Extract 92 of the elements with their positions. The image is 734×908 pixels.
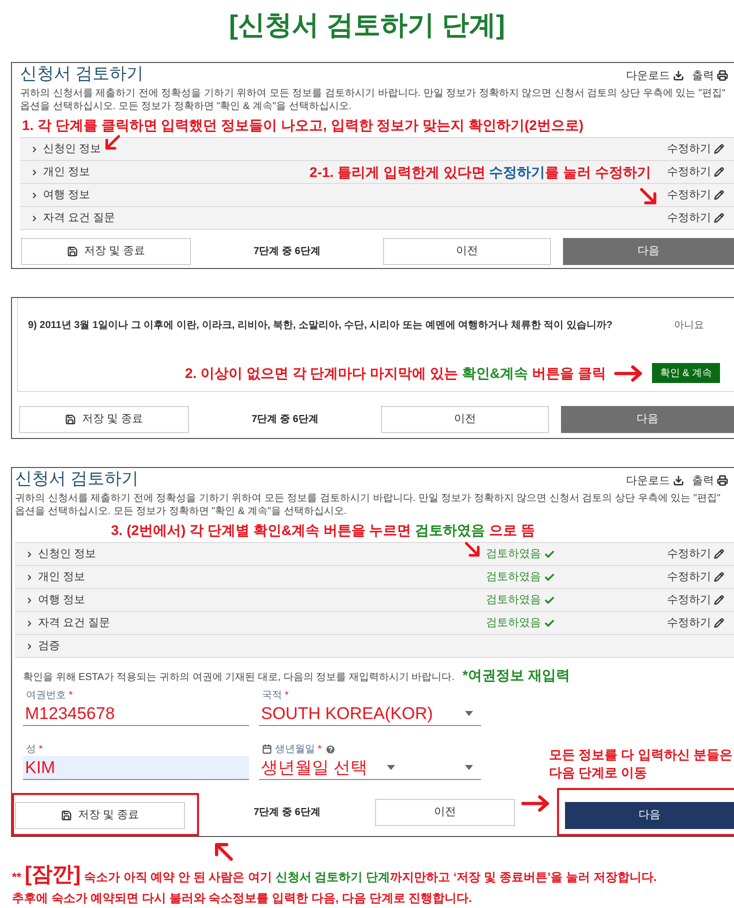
caret-down-icon: [465, 765, 473, 770]
status-text: 검토하였음: [486, 616, 541, 631]
check-icon: [544, 572, 555, 582]
annotation-text: 2-1. 틀리게 입력한게 있다면 수정하기를 눌러 수정하기: [310, 162, 651, 182]
annotation-text: *여권정보 재입력: [462, 666, 570, 685]
edit-link[interactable]: 수정하기: [667, 140, 724, 158]
chevron-right-icon: [25, 618, 34, 628]
pencil-icon: [714, 549, 724, 559]
section-toggle[interactable]: 검증: [25, 638, 60, 654]
printer-icon: [717, 475, 728, 486]
section-toggle[interactable]: 자격 요건 질문: [25, 614, 110, 632]
edit-link[interactable]: 수정하기: [667, 210, 724, 226]
back-button[interactable]: 이전: [381, 406, 549, 433]
download-link[interactable]: 다운로드: [626, 68, 684, 84]
download-icon: [673, 70, 684, 82]
printer-icon: [717, 70, 728, 82]
pencil-icon: [714, 618, 724, 628]
description-text: 귀하의 신청서를 제출하기 전에 정확성을 기하기 위하여 모든 정보를 검토하시기 바랍니다. 만일 정보가 정확하지 않으면 신청서 검토의 상단 우측에 있는 "편집" 옵션을 선택하십시오. 모든 정보가 정확하면 "확인 & 계속"을 선택하십시오.: [15, 492, 722, 518]
page-title: [신청서 검토하기 단계]: [229, 9, 505, 42]
note-text: 추후에 숙소가 예약되면 다시 불러와 숙소정보를 입력한 다음, 다음 단계로 진행합니다.: [12, 890, 474, 907]
arrow-icon: [521, 794, 551, 813]
section-toggle[interactable]: 여행 정보: [30, 186, 90, 204]
field-label: 성 *: [26, 742, 43, 756]
annotation-text: 3. (2번에서) 각 단계별 확인&계속 버튼을 누르면 검토하였음 으로 뜸: [110, 521, 536, 540]
step-count-text: 7단계 중 6단계: [250, 413, 320, 427]
chevron-right-icon: [25, 642, 34, 650]
chevron-right-icon: [30, 190, 39, 200]
next-button[interactable]: 다음: [563, 238, 734, 265]
save-exit-button[interactable]: 저장 및 종료: [15, 802, 185, 829]
pencil-icon: [714, 595, 724, 605]
check-icon: [544, 594, 555, 606]
save-exit-button[interactable]: 저장 및 종료: [19, 406, 189, 433]
section-toggle[interactable]: 자격 요건 질문: [30, 210, 116, 226]
annotation-text: 2. 이상이 없으면 각 단계마다 마지막에 있는 확인&계속 버튼을 클릭: [184, 364, 606, 383]
note-text: **[잠깐]숙소가 아직 예약 안 된 사람은 여기 신청서 검토하기 단계까지만하고 ‘저장 및 종료버튼’을 눌러 저장합니다.: [12, 864, 658, 888]
save-exit-button[interactable]: 저장 및 종료: [21, 238, 191, 265]
panel-title: 신청서 검토하기: [20, 63, 144, 85]
section-toggle[interactable]: 개인 정보: [30, 164, 90, 180]
back-button[interactable]: 이전: [383, 238, 551, 265]
arrow-icon: [212, 840, 234, 862]
chevron-right-icon: [25, 596, 34, 604]
pencil-icon: [714, 167, 724, 177]
back-button[interactable]: 이전: [375, 798, 515, 826]
edit-link[interactable]: 수정하기: [667, 164, 724, 180]
section-toggle[interactable]: 여행 정보: [25, 592, 86, 608]
chevron-right-icon: [30, 214, 39, 222]
panel-title: 신청서 검토하기: [15, 468, 139, 490]
pencil-icon: [714, 190, 724, 200]
status-text: 검토하였음: [486, 546, 541, 562]
section-toggle[interactable]: 신청인 정보: [25, 546, 96, 562]
step-count-text: 7단계 중 6단계: [252, 806, 322, 820]
print-link[interactable]: 출력: [692, 472, 728, 489]
annotation-text: 1. 각 단계를 클릭하면 입력했던 정보들이 나오고, 입력한 정보가 맞는지 확인하기(2번으로): [21, 116, 585, 135]
check-icon: [544, 618, 555, 628]
edit-link[interactable]: 수정하기: [667, 186, 724, 204]
status-text: 검토하였음: [486, 592, 541, 608]
answer-text: 아니요: [674, 319, 704, 333]
download-link[interactable]: 다운로드: [626, 472, 684, 489]
step-count-text: 7단계 중 6단계: [252, 245, 322, 259]
question-text: 9) 2011년 3월 1일이나 그 이후에 이란, 이라크, 리비아, 북한, 소말리아, 수단, 시리아 또는 예멘에 여행하거나 체류한 적이 있습니까?: [28, 319, 612, 333]
chevron-right-icon: [25, 572, 34, 582]
download-icon: [673, 475, 684, 486]
calendar-icon: [262, 744, 272, 754]
help-icon: [324, 744, 336, 754]
status-text: 검토하였음: [486, 570, 541, 585]
field-label: 여권번호 *: [26, 688, 73, 702]
field-label: 생년월일 *: [275, 742, 322, 756]
pencil-icon: [714, 144, 724, 154]
edit-link[interactable]: 수정하기: [667, 592, 724, 608]
edit-link[interactable]: 수정하기: [667, 614, 724, 632]
text-field[interactable]: KIM: [23, 756, 249, 780]
next-button[interactable]: 다음: [561, 406, 734, 433]
edit-link[interactable]: 수정하기: [667, 568, 724, 586]
confirm-continue-button[interactable]: 확인 & 계속: [652, 363, 720, 383]
edit-link[interactable]: 수정하기: [667, 546, 724, 562]
caret-down-icon: [387, 765, 395, 770]
chevron-right-icon: [25, 550, 34, 558]
check-icon: [544, 548, 555, 560]
section-toggle[interactable]: 개인 정보: [25, 568, 86, 586]
chevron-right-icon: [30, 144, 39, 154]
caret-down-icon: [465, 711, 473, 716]
field-label: 국적 *: [262, 688, 289, 702]
next-button[interactable]: 다음: [565, 802, 734, 829]
pencil-icon: [714, 572, 724, 582]
annotation-text: 모든 정보를 다 입력하신 분들은 다음 단계로 이동: [549, 746, 734, 782]
form-intro-text: 확인을 위해 ESTA가 적용되는 귀하의 여권에 기재된 대로, 다음의 정보를 재입력하시기 바랍니다.: [23, 671, 454, 685]
section-toggle[interactable]: 신청인 정보: [30, 140, 102, 158]
print-link[interactable]: 출력: [692, 68, 728, 84]
arrow-icon: [614, 364, 644, 382]
chevron-right-icon: [30, 168, 39, 176]
pencil-icon: [714, 213, 724, 223]
description-text: 귀하의 신청서를 제출하기 전에 정확성을 기하기 위하여 모든 정보를 검토하시기 바랍니다. 만일 정보가 정확하지 않으면 신청서 검토의 상단 우측에 있는 "편집" 옵션을 선택하십시오. 모든 정보가 정확하면 "확인 & 계속"을 선택하십시오.: [20, 87, 726, 113]
